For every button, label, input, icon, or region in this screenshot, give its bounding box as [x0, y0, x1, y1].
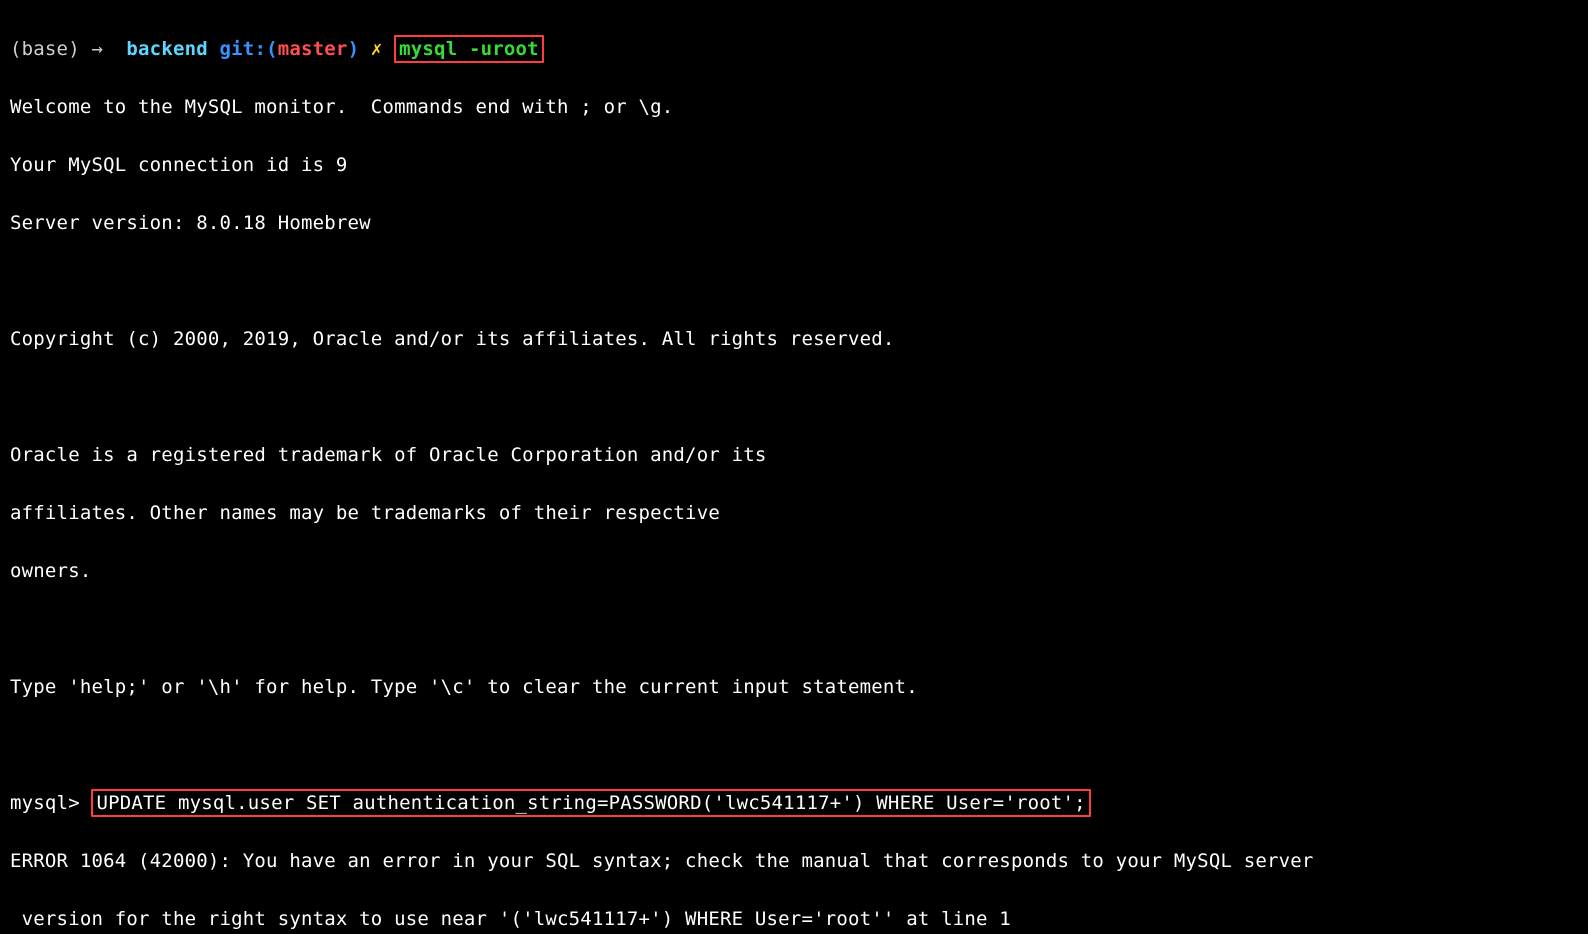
trademark-line: owners.: [10, 557, 1578, 586]
mysql-server-version: Server version: 8.0.18 Homebrew: [10, 209, 1578, 238]
trademark-line: Oracle is a registered trademark of Orac…: [10, 441, 1578, 470]
mysql-prompt: mysql>: [10, 792, 80, 814]
cmd-update-user: UPDATE mysql.user SET authentication_str…: [96, 792, 1085, 814]
cmd-mysql-login: mysql -uroot: [399, 38, 539, 60]
blank-line: [10, 267, 1578, 296]
highlight-box-mysql-login: mysql -uroot: [394, 35, 544, 63]
git-branch: master: [278, 38, 348, 60]
mysql-welcome-line: Welcome to the MySQL monitor. Commands e…: [10, 93, 1578, 122]
trademark-line: affiliates. Other names may be trademark…: [10, 499, 1578, 528]
git-label: git:(: [220, 38, 278, 60]
shell-prompt-line-1: (base) → backend git:(master) ✗ mysql -u…: [10, 35, 1578, 64]
conda-env: (base): [10, 38, 80, 60]
dirty-icon: ✗: [371, 38, 383, 60]
blank-line: [10, 731, 1578, 760]
blank-line: [10, 615, 1578, 644]
update-command-line: mysql> UPDATE mysql.user SET authenticat…: [10, 789, 1578, 818]
error-line: version for the right syntax to use near…: [10, 905, 1578, 934]
prompt-arrow: →: [91, 38, 103, 60]
error-line: ERROR 1064 (42000): You have an error in…: [10, 847, 1578, 876]
git-close: ): [348, 38, 360, 60]
cwd: backend: [126, 38, 207, 60]
highlight-box-update: UPDATE mysql.user SET authentication_str…: [91, 789, 1090, 817]
copyright-line: Copyright (c) 2000, 2019, Oracle and/or …: [10, 325, 1578, 354]
help-hint-line: Type 'help;' or '\h' for help. Type '\c'…: [10, 673, 1578, 702]
terminal-window[interactable]: (base) → backend git:(master) ✗ mysql -u…: [0, 0, 1588, 934]
mysql-connection-id: Your MySQL connection id is 9: [10, 151, 1578, 180]
blank-line: [10, 383, 1578, 412]
